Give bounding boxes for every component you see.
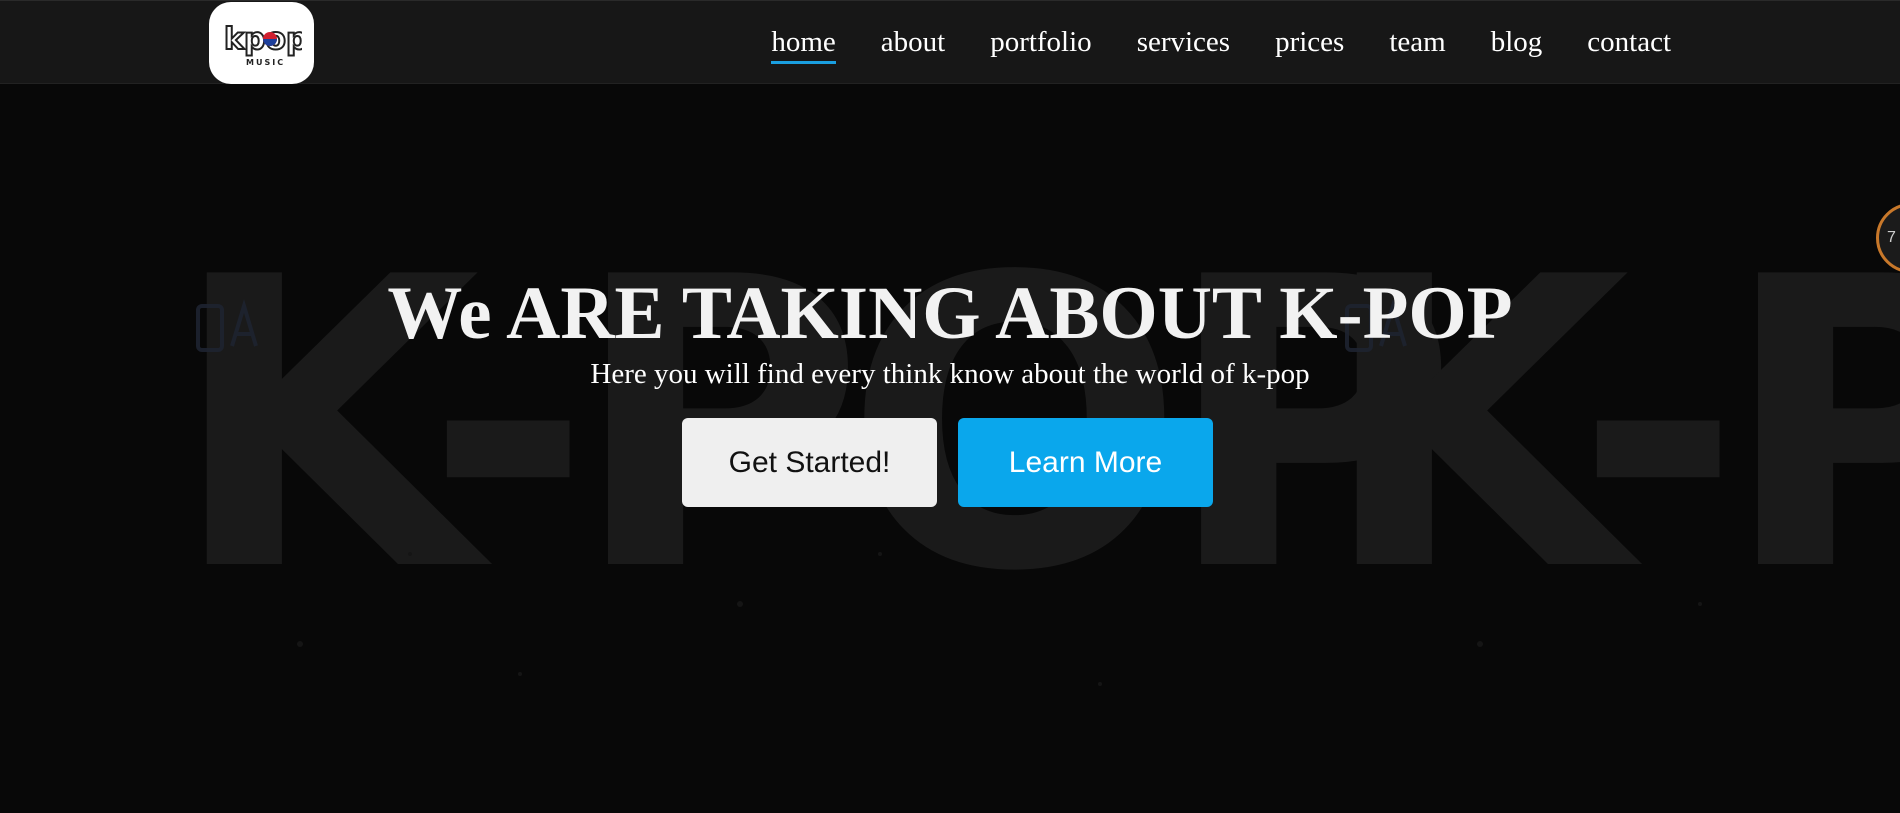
nav-item-services: services	[1137, 26, 1230, 61]
hero-title: We ARE TAKING ABOUT K-POP	[387, 272, 1513, 355]
nav-item-contact: contact	[1587, 26, 1671, 61]
svg-text:kpop: kpop	[224, 22, 302, 57]
hero-subtitle: Here you will find every think know abou…	[590, 358, 1310, 390]
nav-link-contact[interactable]: contact	[1587, 26, 1671, 61]
nav-item-portfolio: portfolio	[990, 26, 1092, 61]
nav-item-team: team	[1389, 26, 1445, 61]
nav-link-services[interactable]: services	[1137, 26, 1230, 61]
nav-link-about[interactable]: about	[881, 26, 945, 61]
nav-link-home[interactable]: home	[771, 26, 837, 64]
kpop-logo-icon: kpop MUSIC	[223, 21, 302, 67]
hero-section: We ARE TAKING ABOUT K-POP Here you will …	[0, 0, 1900, 813]
main-nav: home about portfolio services prices tea…	[771, 1, 1671, 85]
svg-text:MUSIC: MUSIC	[246, 58, 285, 67]
nav-link-prices[interactable]: prices	[1275, 26, 1344, 61]
nav-link-portfolio[interactable]: portfolio	[990, 26, 1092, 61]
site-logo[interactable]: kpop MUSIC	[209, 2, 314, 84]
nav-item-home: home	[771, 26, 837, 64]
navbar: kpop MUSIC home about portfolio services…	[0, 0, 1900, 84]
nav-item-blog: blog	[1491, 26, 1543, 61]
nav-link-blog[interactable]: blog	[1491, 26, 1543, 61]
nav-link-team[interactable]: team	[1389, 26, 1445, 61]
learn-more-button[interactable]: Learn More	[958, 418, 1213, 507]
nav-item-prices: prices	[1275, 26, 1344, 61]
nav-item-about: about	[881, 26, 945, 61]
page: K-POP K-POP kpop MUSIC h	[0, 0, 1900, 813]
get-started-button[interactable]: Get Started!	[682, 418, 937, 507]
